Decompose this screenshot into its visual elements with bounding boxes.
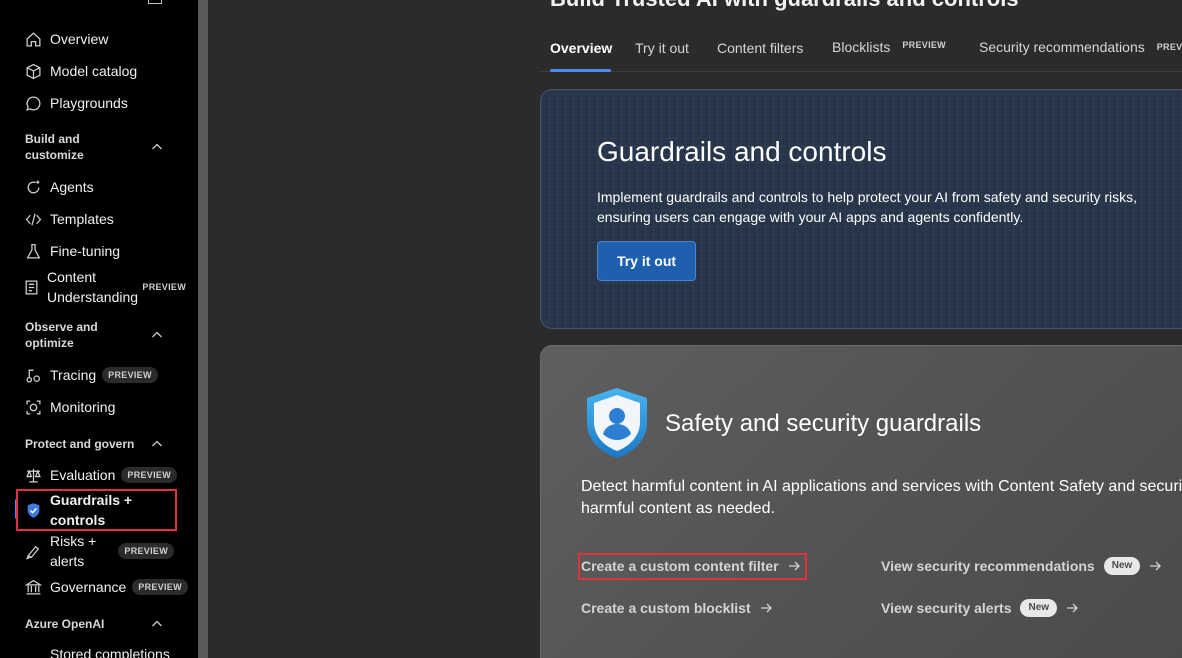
section-azure-openai[interactable]: Azure OpenAI (25, 616, 175, 632)
sidebar-item-monitoring[interactable]: Monitoring (18, 393, 188, 421)
flask-icon (24, 242, 42, 260)
hero-title: Guardrails and controls (597, 136, 887, 167)
create-custom-blocklist-link[interactable]: Create a custom blocklist (581, 600, 773, 616)
tab-bar: Overview Try it out Content filters Bloc… (538, 30, 1182, 72)
sidebar-item-label: Playgrounds (50, 95, 128, 111)
link-label: View security recommendations (881, 558, 1095, 574)
view-security-recommendations-link[interactable]: View security recommendations New (881, 557, 1162, 575)
tab-label: Overview (550, 40, 613, 56)
new-badge: New (1020, 599, 1058, 617)
sidebar-item-risks-alerts[interactable]: Risks + alerts PREVIEW (18, 530, 188, 572)
home-icon (24, 30, 42, 48)
sidebar-item-label: Evaluation (50, 467, 116, 483)
sidebar-item-label: Content Understanding (47, 269, 139, 305)
sidebar-item-label: Monitoring (50, 399, 116, 415)
preview-badge: PREVIEW (121, 467, 177, 483)
tab-label: Security recommendations (979, 39, 1145, 55)
section-label: Build and customize (25, 132, 84, 162)
tracing-icon (24, 366, 42, 384)
guardrails-hero-card: Guardrails and controls Implement guardr… (540, 89, 1182, 329)
sidebar-scrollbar[interactable] (198, 0, 208, 658)
selection-highlight-box (16, 489, 177, 531)
chevron-up-icon (152, 143, 162, 150)
tab-content-filters[interactable]: Content filters (717, 40, 803, 56)
camera-icon (24, 398, 42, 416)
view-security-alerts-link[interactable]: View security alerts New (881, 599, 1079, 617)
chevron-up-icon (152, 440, 162, 447)
tab-blocklists[interactable]: Blocklists PREVIEW (832, 37, 952, 55)
page-title: Build Trusted AI with guardrails and con… (550, 0, 1019, 12)
section-observe-and-optimize[interactable]: Observe and optimize (25, 319, 175, 351)
sidebar-item-playgrounds[interactable]: Playgrounds (18, 89, 188, 117)
sidebar-item-overview[interactable]: Overview (18, 25, 188, 53)
active-tab-indicator (550, 69, 611, 72)
main-content: Build Trusted AI with guardrails and con… (208, 0, 1182, 658)
sidebar-item-label: Templates (50, 211, 114, 227)
preview-badge: PREVIEW (132, 579, 188, 595)
tab-label: Blocklists (832, 39, 891, 55)
preview-badge: PREVIEW (102, 367, 158, 383)
sidebar-item-label: Stored completions (50, 646, 170, 658)
section-protect-and-govern[interactable]: Protect and govern (25, 436, 175, 452)
arrow-right-icon (760, 603, 772, 613)
scale-icon (24, 466, 42, 484)
sidebar-item-label: Governance (50, 579, 127, 595)
preview-badge: PREVIEW (142, 282, 186, 292)
safety-guardrails-card: Safety and security guardrails Detect ha… (540, 345, 1182, 658)
chevron-up-icon (152, 620, 162, 627)
sidebar-item-label: Risks + alerts (50, 533, 97, 569)
link-label: Create a custom blocklist (581, 600, 751, 616)
left-navigation: Overview Model catalog Playgrounds Build… (0, 0, 198, 658)
cube-icon (24, 62, 42, 80)
agent-icon (24, 178, 42, 196)
sidebar-item-model-catalog[interactable]: Model catalog (18, 57, 188, 85)
arrow-right-icon (1067, 603, 1078, 613)
shield-person-icon (587, 388, 647, 458)
preview-badge: PREVIEW (118, 543, 174, 559)
sidebar-item-label: Agents (50, 179, 94, 195)
new-badge: New (1103, 557, 1141, 575)
code-icon (24, 210, 42, 228)
preview-badge: PREVIEW (1150, 39, 1182, 55)
sidebar-item-label: Tracing (50, 367, 97, 383)
preview-badge: PREVIEW (896, 37, 952, 53)
building-icon (24, 578, 42, 596)
content-filter-highlight-box (578, 553, 807, 580)
sidebar-item-governance[interactable]: Governance PREVIEW (18, 573, 188, 601)
safety-description: Detect harmful content in AI application… (581, 478, 1182, 517)
try-it-out-button[interactable]: Try it out (597, 241, 696, 281)
link-label: View security alerts (881, 600, 1012, 616)
sidebar-item-evaluation[interactable]: Evaluation PREVIEW (18, 461, 188, 489)
sidebar-item-tracing[interactable]: Tracing PREVIEW (18, 361, 188, 389)
tab-label: Content filters (717, 40, 804, 56)
section-label: Observe and optimize (25, 320, 98, 350)
sidebar-item-label: Overview (50, 31, 109, 47)
sidebar-item-label: Fine-tuning (50, 243, 121, 259)
sidebar-item-agents[interactable]: Agents (18, 173, 188, 201)
hero-description: Implement guardrails and controls to hel… (597, 189, 1138, 225)
sidebar-item-content-understanding[interactable]: Content Understanding PREVIEW (18, 266, 188, 308)
collapse-icon[interactable] (148, 0, 162, 4)
sidebar-item-templates[interactable]: Templates (18, 205, 188, 233)
sidebar-item-label: Model catalog (50, 63, 138, 79)
sidebar-item-fine-tuning[interactable]: Fine-tuning (18, 237, 188, 265)
sidebar-item-stored-completions[interactable]: Stored completions (18, 640, 188, 658)
arrow-right-icon (1150, 561, 1162, 571)
tab-try-it-out[interactable]: Try it out (635, 40, 689, 56)
tab-overview[interactable]: Overview (550, 40, 612, 56)
alert-icon (24, 542, 42, 560)
chevron-up-icon (152, 331, 162, 338)
tab-label: Try it out (635, 40, 689, 56)
section-build-and-customize[interactable]: Build and customize (25, 131, 175, 163)
database-icon (24, 645, 42, 658)
safety-title: Safety and security guardrails (665, 410, 982, 437)
document-icon (22, 278, 40, 296)
tab-security-recommendations[interactable]: Security recommendations PREVIEW (979, 39, 1182, 55)
chat-icon (24, 94, 42, 112)
